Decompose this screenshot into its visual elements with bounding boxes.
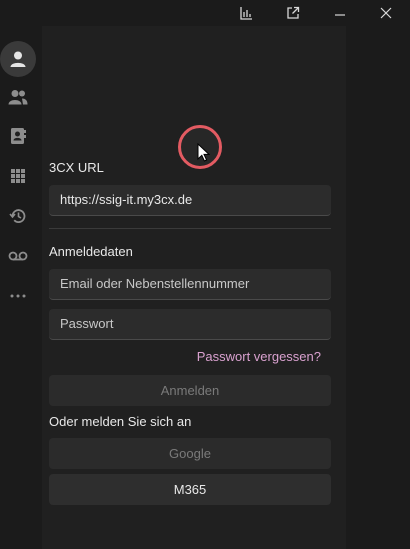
google-login-button[interactable]: Google — [49, 438, 331, 469]
contacts-book-icon — [11, 128, 26, 144]
forgot-password-link[interactable]: Passwort vergessen? — [197, 349, 321, 364]
sidebar-item-more[interactable] — [0, 278, 36, 314]
title-bar — [42, 0, 410, 26]
sidebar-item-voicemail[interactable] — [0, 238, 36, 274]
mouse-pointer-icon — [197, 143, 210, 162]
app-window: 3CX URL https://ssig-it.my3cx.de Anmelde… — [0, 0, 410, 549]
dialpad-icon — [11, 169, 25, 183]
right-gutter — [346, 26, 410, 549]
sidebar-item-history[interactable] — [0, 198, 36, 234]
minimize-icon[interactable] — [317, 0, 363, 26]
email-field[interactable]: Email oder Nebenstellennummer — [49, 269, 331, 300]
url-label: 3CX URL — [49, 160, 104, 175]
sidebar — [0, 40, 38, 549]
credentials-label: Anmeldedaten — [49, 244, 133, 259]
password-field[interactable]: Passwort — [49, 309, 331, 340]
divider — [49, 228, 331, 229]
person-icon — [10, 51, 26, 67]
sidebar-item-team[interactable] — [0, 79, 36, 115]
close-icon[interactable] — [363, 0, 409, 26]
more-icon — [10, 294, 26, 298]
sidebar-item-profile[interactable] — [0, 41, 36, 77]
popout-icon[interactable] — [270, 0, 316, 26]
history-icon — [9, 209, 26, 223]
sidebar-item-dialpad[interactable] — [0, 158, 36, 194]
m365-login-button[interactable]: M365 — [49, 474, 331, 505]
voicemail-icon — [8, 251, 28, 261]
alt-login-label: Oder melden Sie sich an — [49, 414, 192, 429]
login-button[interactable]: Anmelden — [49, 375, 331, 406]
url-field[interactable]: https://ssig-it.my3cx.de — [49, 185, 331, 216]
people-icon — [8, 90, 28, 105]
chart-icon[interactable] — [223, 0, 269, 26]
sidebar-item-contacts[interactable] — [0, 118, 36, 154]
